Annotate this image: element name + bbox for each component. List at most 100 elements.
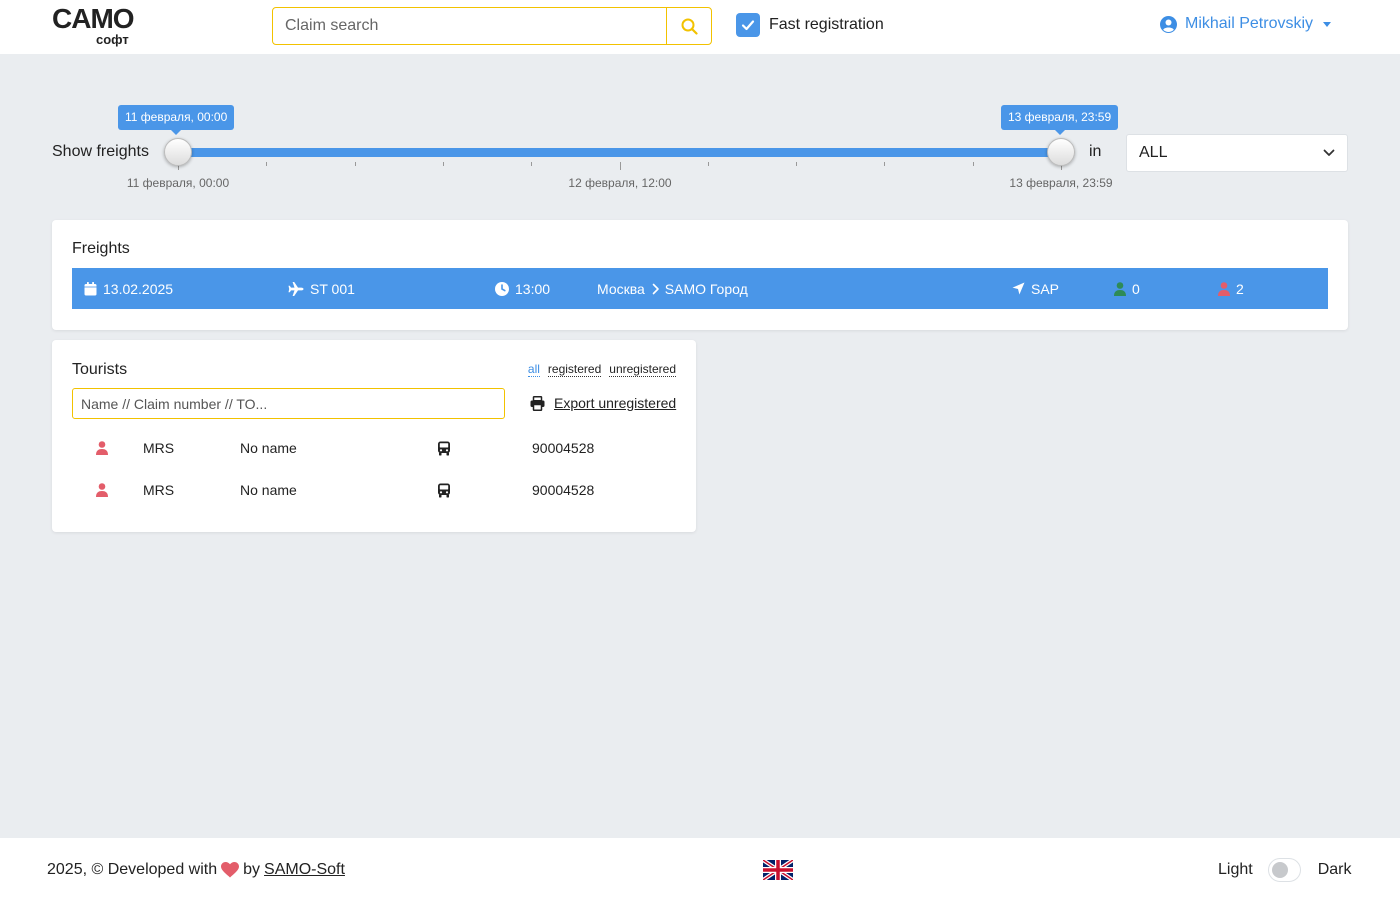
in-label: in bbox=[1089, 143, 1102, 160]
company-link[interactable]: SAMO-Soft bbox=[264, 861, 345, 879]
freight-flight-number: ST 001 bbox=[310, 280, 355, 297]
calendar-icon bbox=[84, 281, 97, 295]
fast-registration-label[interactable]: Fast registration bbox=[769, 16, 884, 34]
footer: 2025, © Developed with by SAMO-Soft Ligh… bbox=[0, 838, 1400, 900]
slider-tick bbox=[884, 162, 885, 166]
printer-icon bbox=[530, 395, 545, 411]
registered-count: 0 bbox=[1114, 268, 1140, 309]
chevron-down-icon bbox=[1323, 149, 1335, 156]
freight-route: Москва SAMO Город bbox=[597, 268, 748, 309]
freight-time-text: 13:00 bbox=[515, 280, 551, 297]
theme-toggle[interactable] bbox=[1267, 858, 1301, 882]
fast-registration-checkbox[interactable] bbox=[736, 13, 760, 37]
tourist-name: No name bbox=[240, 440, 297, 456]
logo[interactable]: CAMO софт bbox=[52, 3, 135, 48]
slider-tick bbox=[355, 162, 356, 166]
destination-select[interactable]: ALL bbox=[1126, 134, 1348, 172]
logo-sub-text: софт bbox=[96, 32, 129, 47]
slider-tick bbox=[973, 162, 974, 166]
export-unregistered-label: Export unregistered bbox=[554, 395, 677, 411]
slider-tick bbox=[620, 162, 621, 170]
theme-dark-label: Dark bbox=[1317, 861, 1352, 878]
freight-row[interactable]: 13.02.2025 ST 001 13:00 Москва SAMO Горо… bbox=[72, 268, 1328, 309]
route-from: Москва bbox=[597, 280, 645, 297]
clock-icon bbox=[495, 281, 509, 296]
heart-icon bbox=[221, 862, 240, 878]
slider-tick bbox=[708, 162, 709, 166]
user-menu[interactable]: Mikhail Petrovskiy bbox=[1160, 15, 1332, 33]
copyright-by: by bbox=[243, 861, 261, 878]
tourist-row[interactable]: MRS No name 90004528 bbox=[72, 430, 676, 466]
fast-registration[interactable]: Fast registration bbox=[736, 13, 884, 37]
user-unregistered-icon bbox=[96, 441, 108, 455]
tourist-name: No name bbox=[240, 482, 297, 498]
tourists-card: Tourists all registered unregistered Exp… bbox=[52, 340, 696, 532]
location-arrow-icon bbox=[1012, 282, 1025, 295]
end-date-tooltip: 13 февраля, 23:59 bbox=[1001, 105, 1119, 135]
tourist-claim-number: 90004528 bbox=[532, 482, 595, 498]
user-registered-icon bbox=[1114, 281, 1126, 296]
filter-unregistered[interactable]: unregistered bbox=[609, 362, 676, 377]
check-icon bbox=[741, 20, 755, 31]
start-date-handle[interactable] bbox=[164, 138, 192, 166]
destination-code: SAP bbox=[1031, 280, 1060, 297]
freight-date-text: 13.02.2025 bbox=[103, 280, 174, 297]
bus-icon bbox=[438, 441, 450, 455]
header: CAMO софт Fast registration Mikhail Petr… bbox=[0, 0, 1400, 54]
tourist-status bbox=[96, 430, 108, 466]
user-unregistered-icon bbox=[96, 483, 108, 497]
tourist-transport bbox=[437, 472, 451, 508]
tick-label-end: 13 февраля, 23:59 bbox=[1009, 176, 1113, 190]
destination-select-value: ALL bbox=[1139, 144, 1168, 161]
tourist-row[interactable]: MRS No name 90004528 bbox=[72, 472, 676, 508]
end-date-handle[interactable] bbox=[1047, 138, 1075, 166]
claim-search-input[interactable] bbox=[273, 8, 666, 44]
slider-tick bbox=[266, 162, 267, 166]
date-range-track[interactable] bbox=[178, 148, 1062, 157]
tick-label-middle: 12 февраля, 12:00 bbox=[568, 176, 672, 190]
unregistered-count: 2 bbox=[1218, 268, 1244, 309]
show-freights-label: Show freights bbox=[52, 143, 149, 160]
user-name: Mikhail Petrovskiy bbox=[1185, 15, 1314, 32]
tourists-title: Tourists bbox=[72, 361, 128, 378]
freight-time: 13:00 bbox=[495, 268, 550, 309]
theme-toggle-knob bbox=[1271, 862, 1288, 878]
tourist-transport bbox=[437, 430, 451, 466]
tourist-title: MRS bbox=[143, 482, 175, 498]
freight-destination: SAP bbox=[1012, 268, 1059, 309]
copyright-prefix: 2025, © Developed with bbox=[47, 861, 218, 878]
search-icon bbox=[681, 18, 698, 35]
tourist-filters: all registered unregistered bbox=[520, 362, 676, 377]
chevron-right-icon bbox=[652, 283, 659, 294]
route-to: SAMO Город bbox=[664, 280, 748, 297]
tourist-claim-number: 90004528 bbox=[532, 440, 595, 456]
slider-tick bbox=[443, 162, 444, 166]
copyright: 2025, © Developed with by SAMO-Soft bbox=[47, 861, 345, 879]
export-unregistered-button[interactable]: Export unregistered bbox=[530, 395, 676, 411]
tourist-title: MRS bbox=[143, 440, 175, 456]
uk-flag-icon[interactable] bbox=[763, 860, 793, 880]
claim-search bbox=[272, 7, 712, 45]
theme-switcher: Light Dark bbox=[1218, 858, 1351, 882]
airplane-icon bbox=[288, 281, 304, 296]
chevron-down-icon bbox=[1323, 21, 1332, 27]
user-circle-icon bbox=[1160, 15, 1177, 33]
start-date-tooltip: 11 февраля, 00:00 bbox=[118, 105, 235, 135]
unregistered-count-text: 2 bbox=[1236, 280, 1244, 297]
user-unregistered-icon bbox=[1218, 281, 1230, 296]
slider-tick bbox=[531, 162, 532, 166]
freight-flight: ST 001 bbox=[288, 268, 355, 309]
bus-icon bbox=[438, 483, 450, 497]
filter-all[interactable]: all bbox=[527, 362, 540, 377]
freights-card: Freights 13.02.2025 ST 001 13:00 Москва … bbox=[52, 220, 1348, 330]
filter-registered[interactable]: registered bbox=[547, 362, 602, 377]
freight-date: 13.02.2025 bbox=[84, 268, 173, 309]
registered-count-text: 0 bbox=[1132, 280, 1140, 297]
search-button[interactable] bbox=[666, 8, 711, 44]
logo-main-text: CAMO bbox=[52, 3, 135, 34]
theme-light-label: Light bbox=[1218, 861, 1253, 878]
tourist-search-input[interactable] bbox=[72, 388, 505, 419]
freights-title: Freights bbox=[72, 240, 130, 257]
tourist-status bbox=[96, 472, 108, 508]
tick-label-start: 11 февраля, 00:00 bbox=[126, 176, 230, 190]
